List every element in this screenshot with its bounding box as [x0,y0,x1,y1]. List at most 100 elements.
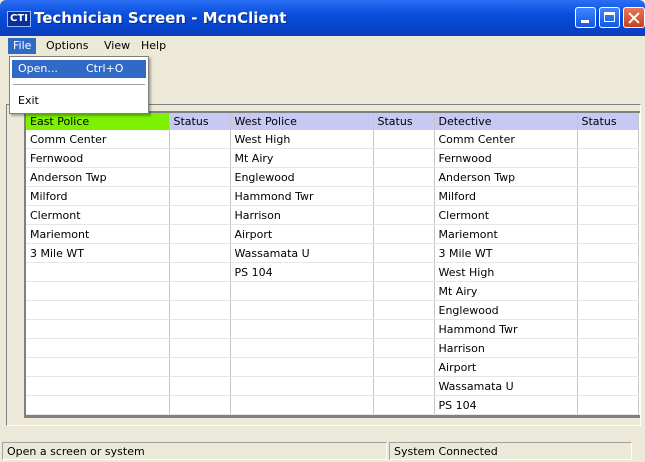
east-police-cell[interactable] [26,319,170,339]
detective-status-cell[interactable] [577,262,639,282]
east-status-cell[interactable] [169,300,231,320]
east-status-cell[interactable] [169,243,231,263]
west-police-cell[interactable]: Hammond Twr [230,186,374,206]
title-bar[interactable]: CTI Technician Screen - McnClient [0,0,645,36]
west-status-cell[interactable] [373,319,435,339]
detective-status-cell[interactable] [577,357,639,377]
header-detective[interactable]: Detective [434,113,578,130]
table-row[interactable]: Mariemont Airport Mariemont [26,224,639,244]
east-police-cell[interactable]: Anderson Twp [26,167,170,187]
west-status-cell[interactable] [373,300,435,320]
west-status-cell[interactable] [373,186,435,206]
detective-cell[interactable]: Airport [434,357,578,377]
table-row[interactable]: Comm Center West High Comm Center [26,130,639,149]
east-police-cell[interactable] [26,281,170,301]
menu-item-exit[interactable]: Exit [12,92,146,110]
menu-view[interactable]: View [99,38,135,54]
west-status-cell[interactable] [373,148,435,168]
east-status-cell[interactable] [169,130,231,149]
east-police-cell[interactable]: Milford [26,186,170,206]
detective-status-cell[interactable] [577,300,639,320]
detective-status-cell[interactable] [577,395,639,415]
table-row[interactable]: Harrison [26,338,639,358]
table-row[interactable]: Airport [26,357,639,377]
west-police-cell[interactable]: Harrison [230,205,374,225]
header-status[interactable]: Status [373,113,435,130]
table-row[interactable]: Anderson Twp Englewood Anderson Twp [26,167,639,187]
header-status[interactable]: Status [577,113,639,130]
minimize-button[interactable] [575,7,596,28]
west-police-cell[interactable]: PS 104 [230,262,374,282]
east-police-cell[interactable]: Fernwood [26,148,170,168]
west-police-cell[interactable] [230,395,374,415]
east-police-cell[interactable]: Mariemont [26,224,170,244]
detective-status-cell[interactable] [577,243,639,263]
detective-cell[interactable]: Mt Airy [434,281,578,301]
west-status-cell[interactable] [373,395,435,415]
west-status-cell[interactable] [373,357,435,377]
detective-cell[interactable]: Mariemont [434,224,578,244]
east-status-cell[interactable] [169,319,231,339]
east-police-cell[interactable] [26,376,170,396]
east-police-cell[interactable] [26,262,170,282]
table-row[interactable]: Clermont Harrison Clermont [26,205,639,225]
west-police-cell[interactable] [230,357,374,377]
east-status-cell[interactable] [169,395,231,415]
menu-item-open[interactable]: Open... Ctrl+O [12,60,146,78]
east-police-cell[interactable]: Comm Center [26,130,170,149]
detective-cell[interactable]: PS 104 [434,395,578,415]
west-status-cell[interactable] [373,167,435,187]
west-police-cell[interactable]: West High [230,130,374,149]
east-police-cell[interactable] [26,395,170,415]
close-button[interactable] [623,7,645,28]
detective-cell[interactable]: Clermont [434,205,578,225]
west-status-cell[interactable] [373,243,435,263]
table-row[interactable]: Mt Airy [26,281,639,301]
west-status-cell[interactable] [373,130,435,149]
east-police-cell[interactable] [26,338,170,358]
detective-cell[interactable]: Englewood [434,300,578,320]
west-status-cell[interactable] [373,338,435,358]
east-police-cell[interactable]: 3 Mile WT [26,243,170,263]
east-status-cell[interactable] [169,338,231,358]
west-police-cell[interactable] [230,376,374,396]
west-police-cell[interactable] [230,338,374,358]
header-status[interactable]: Status [169,113,231,130]
header-west-police[interactable]: West Police [230,113,374,130]
detective-cell[interactable]: Wassamata U [434,376,578,396]
table-row[interactable]: PS 104 [26,395,639,415]
east-status-cell[interactable] [169,205,231,225]
detective-status-cell[interactable] [577,376,639,396]
west-police-cell[interactable]: Airport [230,224,374,244]
west-status-cell[interactable] [373,262,435,282]
detective-cell[interactable]: 3 Mile WT [434,243,578,263]
detective-status-cell[interactable] [577,281,639,301]
header-east-police[interactable]: East Police [26,113,170,130]
menu-help[interactable]: Help [136,38,171,54]
table-row[interactable]: Milford Hammond Twr Milford [26,186,639,206]
table-row[interactable]: PS 104 West High [26,262,639,282]
west-status-cell[interactable] [373,205,435,225]
east-status-cell[interactable] [169,224,231,244]
detective-cell[interactable]: Hammond Twr [434,319,578,339]
detective-cell[interactable]: Anderson Twp [434,167,578,187]
west-police-cell[interactable] [230,300,374,320]
detective-status-cell[interactable] [577,338,639,358]
west-police-cell[interactable] [230,281,374,301]
west-status-cell[interactable] [373,224,435,244]
west-police-cell[interactable] [230,319,374,339]
detective-status-cell[interactable] [577,167,639,187]
east-status-cell[interactable] [169,148,231,168]
west-status-cell[interactable] [373,376,435,396]
detective-status-cell[interactable] [577,130,639,149]
east-police-cell[interactable] [26,357,170,377]
table-row[interactable]: Englewood [26,300,639,320]
east-status-cell[interactable] [169,281,231,301]
detective-cell[interactable]: Harrison [434,338,578,358]
west-police-cell[interactable]: Wassamata U [230,243,374,263]
table-row[interactable]: Wassamata U [26,376,639,396]
detective-status-cell[interactable] [577,148,639,168]
detective-cell[interactable]: West High [434,262,578,282]
detective-status-cell[interactable] [577,319,639,339]
detective-status-cell[interactable] [577,224,639,244]
